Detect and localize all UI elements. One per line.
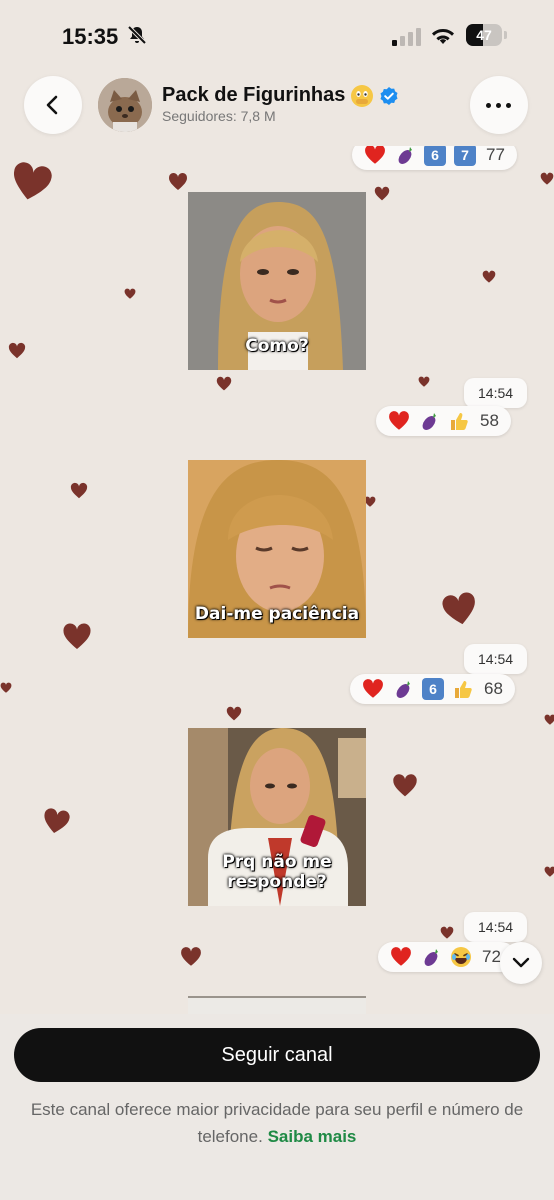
sticker-message[interactable]: Como?	[188, 192, 366, 370]
reactions-bar[interactable]: 58	[376, 406, 511, 436]
privacy-notice: Este canal oferece maior privacidade par…	[30, 1096, 524, 1150]
cellular-signal-icon	[392, 28, 421, 46]
heart-decoration-icon	[124, 288, 136, 299]
back-button[interactable]	[24, 76, 82, 134]
wifi-icon	[432, 29, 454, 44]
reactions-bar[interactable]: 72	[378, 942, 516, 972]
bell-muted-icon	[127, 25, 147, 45]
face-with-hand-over-mouth-emoji	[351, 84, 374, 107]
sticker-message[interactable]: Dai-me paciência	[188, 460, 366, 638]
sticker-caption: Prq não me responde?	[222, 852, 332, 892]
reaction-count: 72	[482, 947, 501, 966]
heart-decoration-icon	[544, 714, 554, 725]
heart-decoration-icon	[63, 623, 91, 649]
heart-decoration-icon	[181, 947, 201, 966]
heart-decoration-icon	[418, 376, 430, 387]
chevron-down-icon	[512, 957, 530, 968]
keycap-reaction-emoji: 7	[454, 146, 476, 166]
heart-decoration-icon	[393, 774, 417, 797]
heart-reaction-emoji	[388, 410, 410, 432]
thumbs-up-reaction-emoji	[448, 410, 470, 432]
reaction-count: 77	[486, 146, 505, 164]
eggplant-reaction-emoji	[418, 410, 440, 432]
follower-count: Seguidores: 7,8 M	[162, 108, 276, 124]
avatar[interactable]	[98, 78, 152, 132]
message-feed[interactable]: 6 7 77 Como? 14:54 58 Dai-me paciência 1…	[0, 146, 554, 1014]
reaction-count: 68	[484, 679, 503, 698]
reaction-count: 58	[480, 411, 499, 430]
heart-decoration-icon	[13, 162, 52, 200]
eggplant-reaction-emoji	[420, 946, 442, 968]
learn-more-link[interactable]: Saiba mais	[268, 1127, 357, 1146]
battery-icon: 47	[466, 24, 508, 48]
heart-decoration-icon	[440, 926, 454, 939]
message-time: 14:54	[464, 378, 528, 408]
heart-reaction-emoji	[390, 946, 412, 968]
heart-decoration-icon	[374, 186, 390, 201]
keycap-reaction-emoji: 6	[422, 678, 444, 700]
back-chevron-icon	[46, 95, 58, 115]
heart-decoration-icon	[482, 270, 496, 283]
follow-panel: Seguir canal Este canal oferece maior pr…	[0, 1014, 554, 1200]
sticker-message[interactable]: Prq não me responde?	[188, 728, 366, 906]
channel-title: Pack de Figurinhas	[162, 84, 346, 106]
heart-reaction-emoji	[362, 678, 384, 700]
sticker-caption: Dai-me paciência	[194, 604, 360, 624]
heart-decoration-icon	[44, 808, 70, 834]
message-time: 14:54	[464, 644, 528, 674]
sticker-message[interactable]	[188, 996, 366, 1014]
heart-decoration-icon	[8, 342, 26, 359]
message-time: 14:54	[464, 912, 528, 942]
heart-decoration-icon	[226, 706, 242, 721]
reactions-bar[interactable]: 6 68	[350, 674, 515, 704]
battery-level: 47	[476, 27, 492, 43]
keycap-reaction-emoji: 6	[424, 146, 446, 166]
eggplant-reaction-emoji	[392, 678, 414, 700]
heart-decoration-icon	[544, 866, 554, 877]
cat-avatar-image	[98, 78, 152, 132]
channel-header: Pack de Figurinhas Seguidores: 7,8 M	[0, 72, 554, 144]
heart-decoration-icon	[0, 682, 12, 693]
heart-decoration-icon	[442, 592, 475, 625]
reactions-bar[interactable]: 6 7 77	[352, 146, 517, 170]
laughing-reaction-emoji	[450, 946, 472, 968]
channel-title-row: Pack de Figurinhas	[162, 84, 399, 107]
eggplant-reaction-emoji	[394, 146, 416, 166]
heart-decoration-icon	[168, 172, 188, 190]
verified-badge-icon	[380, 86, 398, 105]
follow-channel-button[interactable]: Seguir canal	[14, 1028, 540, 1082]
more-options-icon	[486, 103, 491, 108]
heart-decoration-icon	[216, 376, 232, 391]
more-options-button[interactable]	[470, 76, 528, 134]
thumbs-up-reaction-emoji	[452, 678, 474, 700]
heart-decoration-icon	[540, 172, 554, 185]
status-time: 15:35	[62, 24, 119, 49]
scroll-to-bottom-button[interactable]	[500, 942, 542, 984]
sticker-caption: Como?	[245, 336, 309, 356]
status-bar: 15:35 47	[0, 0, 554, 72]
heart-decoration-icon	[70, 482, 88, 499]
heart-reaction-emoji	[364, 146, 386, 166]
